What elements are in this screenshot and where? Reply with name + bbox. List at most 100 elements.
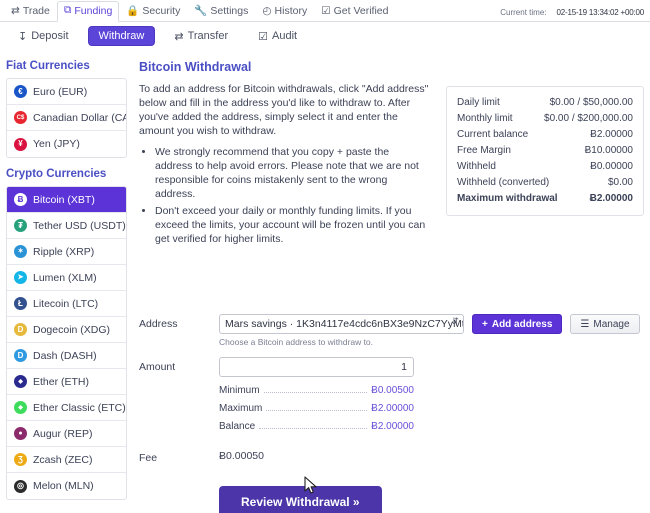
yen-icon: ¥ [14, 137, 27, 151]
nav-item-trade[interactable]: ⇄ Trade [4, 2, 57, 21]
nav-item-security[interactable]: 🔒 Security [119, 1, 187, 21]
sidebar-item-xbt[interactable]: Ƀ Bitcoin (XBT) [7, 187, 126, 213]
nav-item-history[interactable]: ◴ History [255, 2, 314, 21]
free-margin-row: Free Margin Ƀ10.00000 [457, 143, 633, 159]
amount-label: Amount [139, 361, 176, 373]
tab-label: Transfer [187, 30, 229, 42]
address-row: Address Mars savings · 1K3n4117e4cdc6nBX… [139, 314, 644, 347]
row-value: Ƀ0.00000 [590, 161, 633, 172]
sidebar-item-zec[interactable]: Ʒ Zcash (ZEC) [7, 447, 126, 473]
intro-paragraph: To add an address for Bitcoin withdrawal… [139, 83, 429, 137]
sidebar-item-cad[interactable]: C$ Canadian Dollar (CAD) [7, 105, 126, 131]
ripple-icon: ✶ [14, 245, 27, 258]
ether-classic-icon: ◆ [14, 401, 27, 414]
amount-input[interactable] [219, 357, 414, 377]
tab-transfer[interactable]: ⇄ Transfer [164, 27, 238, 46]
crypto-currency-list: Ƀ Bitcoin (XBT) ₮ Tether USD (USDT) ✶ Ri… [6, 186, 127, 500]
crypto-currencies-heading: Crypto Currencies [6, 168, 107, 180]
maximum-value[interactable]: Ƀ2.00000 [371, 400, 414, 418]
download-icon: ↧ [18, 30, 28, 43]
funding-withdraw-page: ⇄ Trade ⧉ Funding 🔒 Security 🔧 Settings … [0, 0, 650, 513]
limits-card: Daily limit $0.00 / $50,000.00 Monthly l… [446, 86, 644, 216]
monthly-limit-row: Monthly limit $0.00 / $200,000.00 [457, 111, 633, 127]
transfer-icon: ⇄ [174, 30, 184, 43]
withheld-converted-row: Withheld (converted) $0.00 [457, 175, 633, 191]
tab-label: Withdraw [98, 30, 145, 42]
ether-icon: ◆ [14, 375, 27, 388]
row-label: Daily limit [457, 97, 500, 108]
nav-item-label: Trade [22, 5, 50, 17]
sidebar-item-jpy[interactable]: ¥ Yen (JPY) [7, 131, 126, 157]
sidebar-item-eur[interactable]: € Euro (EUR) [7, 79, 126, 105]
row-label: Current balance [457, 129, 529, 140]
add-address-button[interactable]: + Add address [472, 314, 563, 334]
sidebar-item-label: Ether Classic (ETC) [33, 401, 126, 414]
sidebar-item-label: Ripple (XRP) [33, 245, 95, 258]
zcash-icon: Ʒ [14, 453, 27, 466]
leader-dots [263, 392, 368, 393]
augur-icon: ● [14, 427, 27, 440]
withdrawal-form: Address Mars savings · 1K3n4117e4cdc6nBX… [139, 314, 644, 513]
chevron-updown-icon: ⇵ [451, 316, 459, 326]
canadian-dollar-icon: C$ [14, 111, 27, 124]
sidebar-item-label: Bitcoin (XBT) [33, 193, 95, 206]
amount-row: Amount Minimum Ƀ0.00500 Maximum [139, 357, 644, 436]
check-box-icon: ☑ [258, 30, 268, 43]
leader-dots [266, 410, 368, 411]
review-withdrawal-button[interactable]: Review Withdrawal » [219, 486, 382, 513]
nav-item-funding[interactable]: ⧉ Funding [56, 1, 120, 22]
lumen-icon: ➤ [14, 271, 27, 284]
sidebar-item-dash[interactable]: D Dash (DASH) [7, 343, 126, 369]
add-address-label: Add address [491, 318, 553, 330]
tab-label: Deposit [31, 30, 69, 42]
row-value: Ƀ2.00000 [589, 193, 633, 204]
sidebar-item-usdt[interactable]: ₮ Tether USD (USDT) [7, 213, 126, 239]
sidebar-item-ltc[interactable]: Ł Litecoin (LTC) [7, 291, 126, 317]
nav-item-label: Settings [210, 4, 249, 17]
page-title: Bitcoin Withdrawal [139, 60, 252, 74]
nav-item-get-verified[interactable]: ☑ Get Verified [314, 2, 395, 21]
row-label: Free Margin [457, 145, 511, 156]
amount-limits: Minimum Ƀ0.00500 Maximum Ƀ2.00000 Balanc… [219, 382, 414, 436]
sidebar-item-xlm[interactable]: ➤ Lumen (XLM) [7, 265, 126, 291]
fee-row: Fee Ƀ0.00050 [139, 448, 644, 464]
minimum-value[interactable]: Ƀ0.00500 [371, 382, 414, 400]
nav-item-label: Security [142, 4, 181, 17]
tab-audit[interactable]: ☑ Audit [248, 27, 307, 46]
clock-icon: ◴ [262, 5, 272, 17]
sidebar-item-xdg[interactable]: D Dogecoin (XDG) [7, 317, 126, 343]
nav-item-label: History [274, 5, 308, 17]
sidebar-item-label: Yen (JPY) [33, 138, 80, 150]
sidebar-item-label: Dogecoin (XDG) [33, 323, 111, 336]
tab-withdraw[interactable]: Withdraw [88, 27, 155, 45]
balance-value[interactable]: Ƀ2.00000 [371, 418, 414, 436]
row-label: Monthly limit [457, 113, 513, 124]
address-select[interactable]: Mars savings · 1K3n4117e4cdc6nBX3e9NzC7Y… [219, 314, 464, 334]
sidebar-item-label: Canadian Dollar (CAD) [33, 111, 126, 124]
minimum-label: Minimum [219, 385, 260, 396]
sidebar-item-etc[interactable]: ◆ Ether Classic (ETC) [7, 395, 126, 421]
wrench-icon: 🔧 [194, 5, 208, 17]
sidebar-item-label: Melon (MLN) [33, 480, 94, 492]
currency-sidebar: Fiat Currencies € Euro (EUR) C$ Canadian… [0, 50, 131, 513]
maximum-withdrawal-row: Maximum withdrawal Ƀ2.00000 [457, 191, 633, 207]
row-value: $0.00 / $50,000.00 [549, 97, 633, 108]
sidebar-item-xrp[interactable]: ✶ Ripple (XRP) [7, 239, 126, 265]
exchange-icon: ⇄ [11, 5, 20, 17]
sidebar-item-label: Zcash (ZEC) [33, 453, 93, 466]
check-box-icon: ☑ [321, 5, 331, 17]
fiat-currencies-heading: Fiat Currencies [6, 60, 90, 72]
tab-deposit[interactable]: ↧ Deposit [8, 27, 79, 46]
sidebar-item-label: Lumen (XLM) [33, 271, 97, 284]
sidebar-item-rep[interactable]: ● Augur (REP) [7, 421, 126, 447]
nav-item-label: Get Verified [333, 5, 389, 17]
sidebar-item-mln[interactable]: ◎ Melon (MLN) [7, 473, 126, 499]
sidebar-item-eth[interactable]: ◆ Ether (ETH) [7, 369, 126, 395]
current-balance-row: Current balance Ƀ2.00000 [457, 127, 633, 143]
tab-label: Audit [272, 30, 298, 42]
manage-addresses-button[interactable]: ☰ Manage [570, 314, 640, 334]
maximum-label: Maximum [219, 403, 263, 414]
fee-value: Ƀ0.00050 [219, 450, 264, 462]
minimum-row: Minimum Ƀ0.00500 [219, 382, 414, 400]
nav-item-settings[interactable]: 🔧 Settings [187, 1, 255, 21]
